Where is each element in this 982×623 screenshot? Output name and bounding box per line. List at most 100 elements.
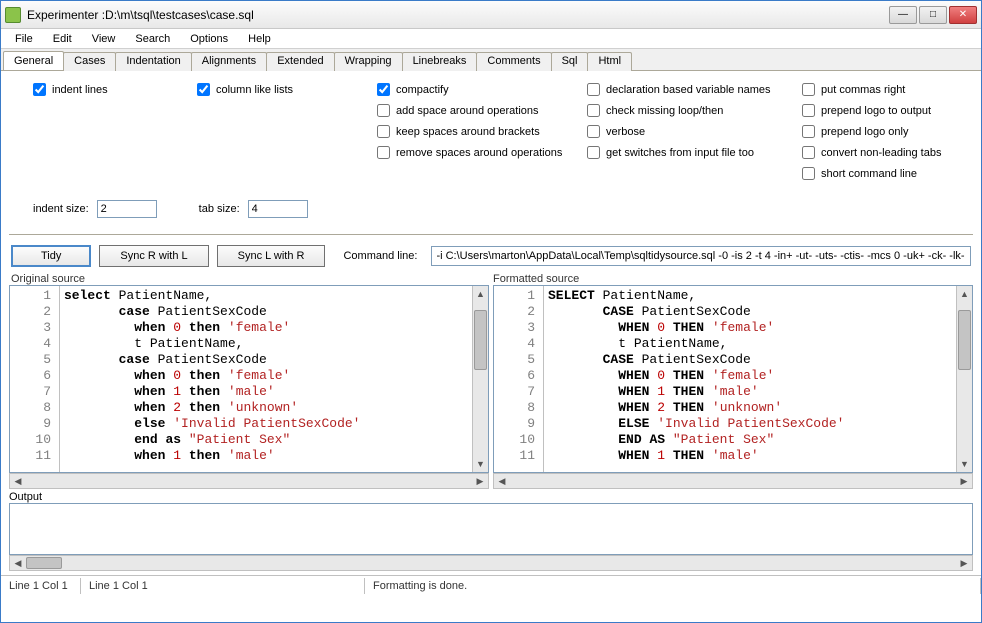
chk-verbose-label: verbose [606, 126, 645, 138]
tab-cases[interactable]: Cases [63, 52, 116, 71]
chk-column-like-lists[interactable]: column like lists [197, 83, 377, 96]
scroll-up-icon[interactable]: ▲ [473, 286, 488, 302]
tab-alignments[interactable]: Alignments [191, 52, 267, 71]
tab-extended[interactable]: Extended [266, 52, 334, 71]
scroll-down-icon[interactable]: ▼ [473, 456, 488, 472]
tab-html[interactable]: Html [587, 52, 632, 71]
chk-prepend-logo-only[interactable]: prepend logo only [802, 125, 962, 138]
chk-keep-spaces-brackets-label: keep spaces around brackets [396, 126, 540, 138]
sync-r-with-l-button[interactable]: Sync R with L [99, 245, 208, 267]
tab-general[interactable]: General [3, 51, 64, 70]
chk-add-space-ops[interactable]: add space around operations [377, 104, 587, 117]
divider [9, 234, 973, 235]
chk-prepend-logo-only-box[interactable] [802, 125, 815, 138]
tab-comments[interactable]: Comments [476, 52, 551, 71]
chk-convert-tabs-box[interactable] [802, 146, 815, 159]
output-panel[interactable] [9, 503, 973, 555]
chk-get-switches[interactable]: get switches from input file too [587, 146, 802, 159]
output-hscroll[interactable]: ◀ ▶ [9, 555, 973, 571]
original-source-label: Original source [9, 273, 491, 285]
chk-put-commas-right[interactable]: put commas right [802, 83, 962, 96]
original-editor[interactable]: select PatientName, case PatientSexCode … [60, 286, 472, 472]
chk-column-like-lists-label: column like lists [216, 84, 293, 96]
menu-view[interactable]: View [82, 31, 126, 47]
scroll-up-icon[interactable]: ▲ [957, 286, 972, 302]
close-button[interactable]: ✕ [949, 6, 977, 24]
status-pos-left: Line 1 Col 1 [1, 578, 81, 594]
indent-size-input[interactable] [97, 200, 157, 218]
menu-edit[interactable]: Edit [43, 31, 82, 47]
tabstrip: General Cases Indentation Alignments Ext… [1, 49, 981, 71]
formatted-vscroll[interactable]: ▲ ▼ [956, 286, 972, 472]
original-vscroll[interactable]: ▲ ▼ [472, 286, 488, 472]
menu-options[interactable]: Options [180, 31, 238, 47]
chk-put-commas-right-box[interactable] [802, 83, 815, 96]
formatted-editor[interactable]: SELECT PatientName, CASE PatientSexCode … [544, 286, 956, 472]
command-line-input[interactable] [431, 246, 971, 266]
original-vthumb[interactable] [474, 310, 487, 370]
minimize-button[interactable]: — [889, 6, 917, 24]
chk-compactify[interactable]: compactify [377, 83, 587, 96]
app-icon [5, 7, 21, 23]
output-label: Output [1, 489, 981, 503]
chk-convert-tabs[interactable]: convert non-leading tabs [802, 146, 962, 159]
chk-keep-spaces-brackets-box[interactable] [377, 125, 390, 138]
chk-indent-lines-box[interactable] [33, 83, 46, 96]
statusbar: Line 1 Col 1 Line 1 Col 1 Formatting is … [1, 575, 981, 595]
chk-prepend-logo-only-label: prepend logo only [821, 126, 908, 138]
app-window: Experimenter :D:\m\tsql\testcases\case.s… [0, 0, 982, 623]
chk-prepend-logo-output[interactable]: prepend logo to output [802, 104, 962, 117]
scroll-left-icon[interactable]: ◀ [494, 474, 510, 488]
chk-keep-spaces-brackets[interactable]: keep spaces around brackets [377, 125, 587, 138]
chk-check-missing-loop-box[interactable] [587, 104, 600, 117]
chk-compactify-label: compactify [396, 84, 449, 96]
indent-size-label: indent size: [33, 203, 89, 215]
chk-short-command-line[interactable]: short command line [802, 167, 962, 180]
menu-file[interactable]: File [5, 31, 43, 47]
tidy-button[interactable]: Tidy [11, 245, 91, 267]
sync-l-with-r-button[interactable]: Sync L with R [217, 245, 326, 267]
titlebar[interactable]: Experimenter :D:\m\tsql\testcases\case.s… [1, 1, 981, 29]
chk-column-like-lists-box[interactable] [197, 83, 210, 96]
chk-remove-spaces-ops[interactable]: remove spaces around operations [377, 146, 587, 159]
formatted-source-label: Formatted source [491, 273, 973, 285]
maximize-button[interactable]: □ [919, 6, 947, 24]
command-line-label: Command line: [343, 250, 417, 262]
chk-compactify-box[interactable] [377, 83, 390, 96]
original-gutter: 1 2 3 4 5 6 7 8 9 10 11 [10, 286, 60, 472]
chk-remove-spaces-ops-label: remove spaces around operations [396, 147, 562, 159]
tab-wrapping[interactable]: Wrapping [334, 52, 403, 71]
menu-help[interactable]: Help [238, 31, 281, 47]
general-panel: indent lines column like lists compactif… [1, 71, 981, 226]
scroll-left-icon[interactable]: ◀ [10, 474, 26, 488]
chk-decl-based-names[interactable]: declaration based variable names [587, 83, 802, 96]
chk-check-missing-loop[interactable]: check missing loop/then [587, 104, 802, 117]
scroll-down-icon[interactable]: ▼ [957, 456, 972, 472]
chk-verbose[interactable]: verbose [587, 125, 802, 138]
chk-get-switches-box[interactable] [587, 146, 600, 159]
tab-linebreaks[interactable]: Linebreaks [402, 52, 478, 71]
chk-add-space-ops-box[interactable] [377, 104, 390, 117]
chk-put-commas-right-label: put commas right [821, 84, 905, 96]
menu-search[interactable]: Search [125, 31, 180, 47]
scroll-right-icon[interactable]: ▶ [956, 556, 972, 570]
tab-sql[interactable]: Sql [551, 52, 589, 71]
chk-prepend-logo-output-box[interactable] [802, 104, 815, 117]
scroll-right-icon[interactable]: ▶ [472, 474, 488, 488]
chk-decl-based-names-box[interactable] [587, 83, 600, 96]
formatted-vthumb[interactable] [958, 310, 971, 370]
chk-get-switches-label: get switches from input file too [606, 147, 754, 159]
chk-remove-spaces-ops-box[interactable] [377, 146, 390, 159]
tab-indentation[interactable]: Indentation [115, 52, 191, 71]
scroll-left-icon[interactable]: ◀ [10, 556, 26, 570]
formatted-hscroll[interactable]: ◀ ▶ [493, 473, 973, 489]
tab-size-input[interactable] [248, 200, 308, 218]
scroll-right-icon[interactable]: ▶ [956, 474, 972, 488]
chk-short-command-line-box[interactable] [802, 167, 815, 180]
chk-indent-lines[interactable]: indent lines [33, 83, 197, 96]
output-hthumb[interactable] [26, 557, 62, 569]
original-hscroll[interactable]: ◀ ▶ [9, 473, 489, 489]
formatted-gutter: 1 2 3 4 5 6 7 8 9 10 11 [494, 286, 544, 472]
chk-verbose-box[interactable] [587, 125, 600, 138]
chk-indent-lines-label: indent lines [52, 84, 108, 96]
